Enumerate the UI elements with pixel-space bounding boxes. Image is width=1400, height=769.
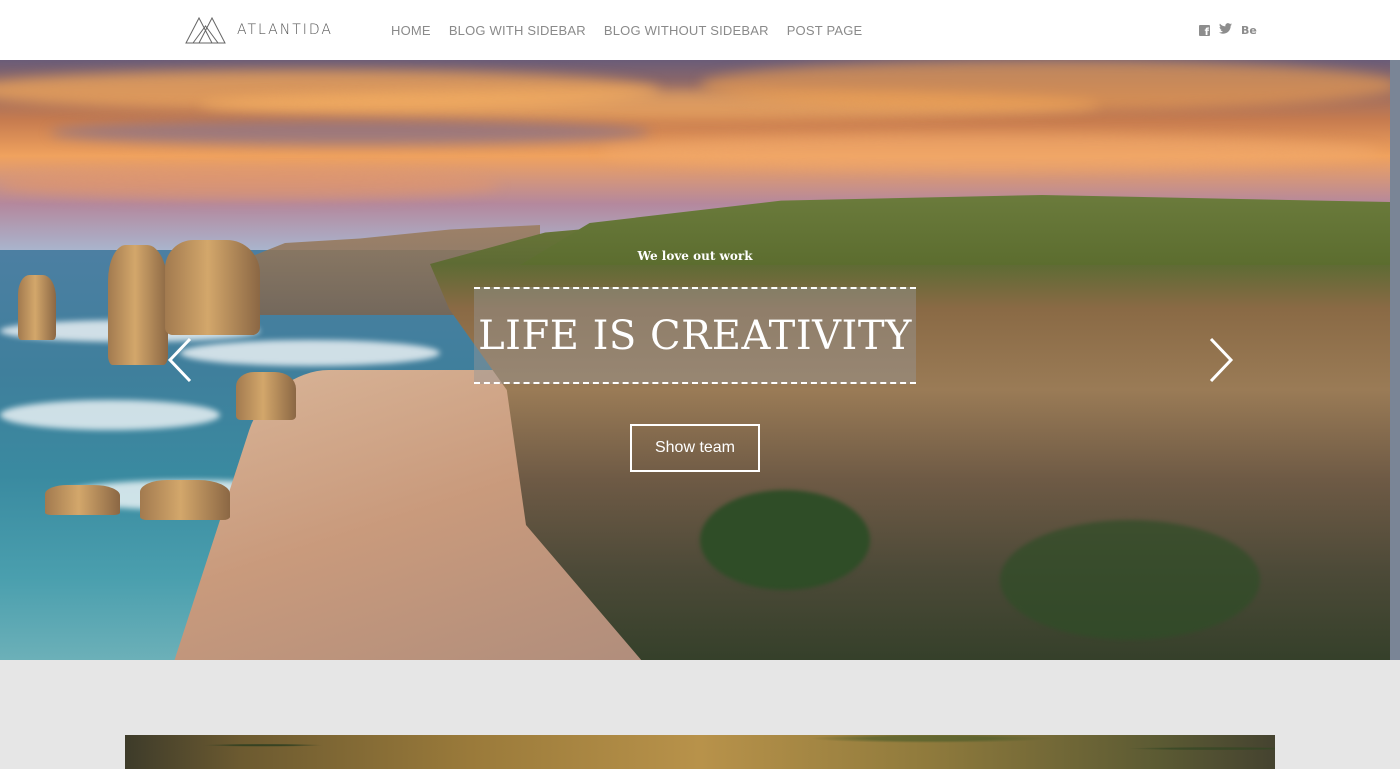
brand-name: ATLANTIDA bbox=[237, 22, 334, 38]
hero-title-box: LIFE IS CREATIVITY bbox=[474, 287, 916, 384]
hero-subtitle: We love out work bbox=[637, 249, 753, 263]
rock-stack bbox=[45, 485, 120, 515]
hero-title: LIFE IS CREATIVITY bbox=[478, 312, 912, 359]
facebook-icon[interactable] bbox=[1199, 24, 1210, 38]
bush bbox=[700, 490, 870, 590]
nav-item-post-page[interactable]: POST PAGE bbox=[787, 23, 863, 38]
rock-stack bbox=[236, 372, 296, 420]
slider-prev-button[interactable] bbox=[166, 335, 196, 385]
behance-icon[interactable]: Be bbox=[1241, 24, 1257, 37]
rock-stack bbox=[108, 245, 168, 365]
nav-item-home[interactable]: HOME bbox=[391, 23, 431, 38]
social-links: Be bbox=[1199, 23, 1257, 38]
show-team-button[interactable]: Show team bbox=[630, 424, 760, 472]
main-nav: HOME BLOG WITH SIDEBAR BLOG WITHOUT SIDE… bbox=[391, 23, 862, 38]
site-header: ATLANTIDA HOME BLOG WITH SIDEBAR BLOG WI… bbox=[0, 0, 1400, 60]
rock-stack bbox=[140, 480, 230, 520]
chevron-right-icon bbox=[1209, 337, 1234, 383]
cloud bbox=[600, 135, 1380, 170]
rock-stack bbox=[18, 275, 56, 340]
mountains-logo-icon bbox=[185, 16, 226, 44]
twitter-icon[interactable] bbox=[1219, 23, 1232, 37]
chevron-left-icon bbox=[167, 337, 192, 383]
brand-logo[interactable]: ATLANTIDA bbox=[185, 16, 333, 44]
slider-edge bbox=[1390, 60, 1400, 660]
nav-item-blog-without-sidebar[interactable]: BLOG WITHOUT SIDEBAR bbox=[604, 23, 769, 38]
slider-next-button[interactable] bbox=[1205, 335, 1235, 385]
cloud bbox=[0, 170, 500, 200]
wave-foam bbox=[0, 400, 220, 430]
cloud bbox=[700, 60, 1390, 110]
nav-item-blog-with-sidebar[interactable]: BLOG WITH SIDEBAR bbox=[449, 23, 586, 38]
cloud bbox=[50, 120, 650, 145]
featured-post-image[interactable] bbox=[125, 735, 1275, 769]
wave-foam bbox=[180, 340, 440, 366]
bush bbox=[1000, 520, 1260, 640]
